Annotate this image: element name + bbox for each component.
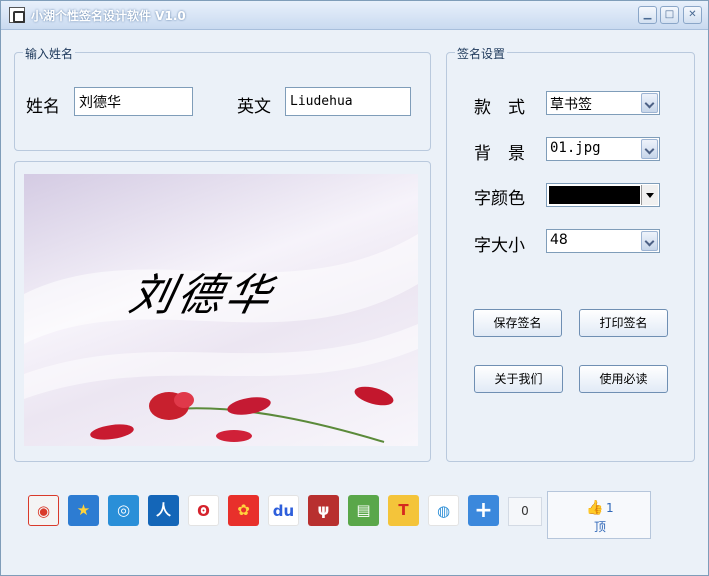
- background-value: 01.jpg: [550, 140, 601, 156]
- font-color-select[interactable]: [546, 183, 660, 207]
- style-value: 草书签: [550, 97, 592, 113]
- tencent-weibo-icon[interactable]: ʘ: [188, 495, 219, 526]
- style-select[interactable]: 草书签: [546, 91, 660, 115]
- minimize-icon: ▁: [643, 9, 652, 20]
- title-bar[interactable]: 小湖个性签名设计软件 V1.0 ▁ □ ✕: [1, 1, 708, 30]
- baidu-icon[interactable]: du: [268, 495, 299, 526]
- douban-icon[interactable]: ψ: [308, 495, 339, 526]
- share-count: 0: [508, 497, 542, 526]
- chevron-down-icon[interactable]: [641, 139, 658, 159]
- background-label: 背 景: [474, 144, 525, 164]
- signature-settings-label: 签名设置: [455, 45, 508, 62]
- main-window: 小湖个性签名设计软件 V1.0 ▁ □ ✕ 输入姓名 姓名 英文 刘德华 签名设…: [0, 0, 709, 576]
- maximize-icon: □: [664, 9, 675, 20]
- more-plus-icon[interactable]: +: [468, 495, 499, 526]
- english-label: 英文: [237, 97, 271, 117]
- print-signature-button[interactable]: 打印签名: [579, 309, 668, 337]
- kaixin-icon[interactable]: ✿: [228, 495, 259, 526]
- font-size-value: 48: [550, 232, 568, 248]
- pengyou-icon[interactable]: ▤: [348, 495, 379, 526]
- name-label: 姓名: [26, 97, 60, 117]
- signature-text: 刘德华: [124, 270, 280, 321]
- favorite-star-icon[interactable]: ★: [68, 495, 99, 526]
- style-label: 款 式: [474, 98, 525, 118]
- t-icon[interactable]: T: [388, 495, 419, 526]
- chevron-down-icon[interactable]: [641, 93, 658, 113]
- minimize-button[interactable]: ▁: [638, 6, 657, 24]
- close-icon: ✕: [688, 9, 697, 20]
- about-us-button[interactable]: 关于我们: [474, 365, 563, 393]
- qzone-icon[interactable]: ◎: [108, 495, 139, 526]
- thumbs-up-icon: 👍: [586, 500, 604, 516]
- name-input[interactable]: [74, 87, 193, 116]
- sohu-icon[interactable]: ◍: [428, 495, 459, 526]
- chevron-down-icon[interactable]: [641, 231, 658, 251]
- app-icon: [9, 7, 25, 23]
- like-count: 1: [606, 501, 614, 515]
- font-size-select[interactable]: 48: [546, 229, 660, 253]
- window-title: 小湖个性签名设计软件 V1.0: [31, 9, 186, 23]
- font-color-label: 字颜色: [474, 189, 525, 209]
- like-label: 顶: [594, 520, 607, 534]
- english-input[interactable]: [285, 87, 411, 116]
- font-size-label: 字大小: [474, 236, 525, 256]
- close-button[interactable]: ✕: [683, 6, 702, 24]
- like-button[interactable]: 👍 1 顶: [547, 491, 651, 539]
- weibo-icon[interactable]: ◉: [28, 495, 59, 526]
- dropdown-arrow-icon[interactable]: [641, 185, 658, 205]
- renren-icon[interactable]: 人: [148, 495, 179, 526]
- input-name-group-label: 输入姓名: [23, 45, 76, 62]
- save-signature-button[interactable]: 保存签名: [473, 309, 562, 337]
- maximize-button[interactable]: □: [660, 6, 679, 24]
- color-swatch: [549, 186, 640, 204]
- background-select[interactable]: 01.jpg: [546, 137, 660, 161]
- usage-guide-button[interactable]: 使用必读: [579, 365, 668, 393]
